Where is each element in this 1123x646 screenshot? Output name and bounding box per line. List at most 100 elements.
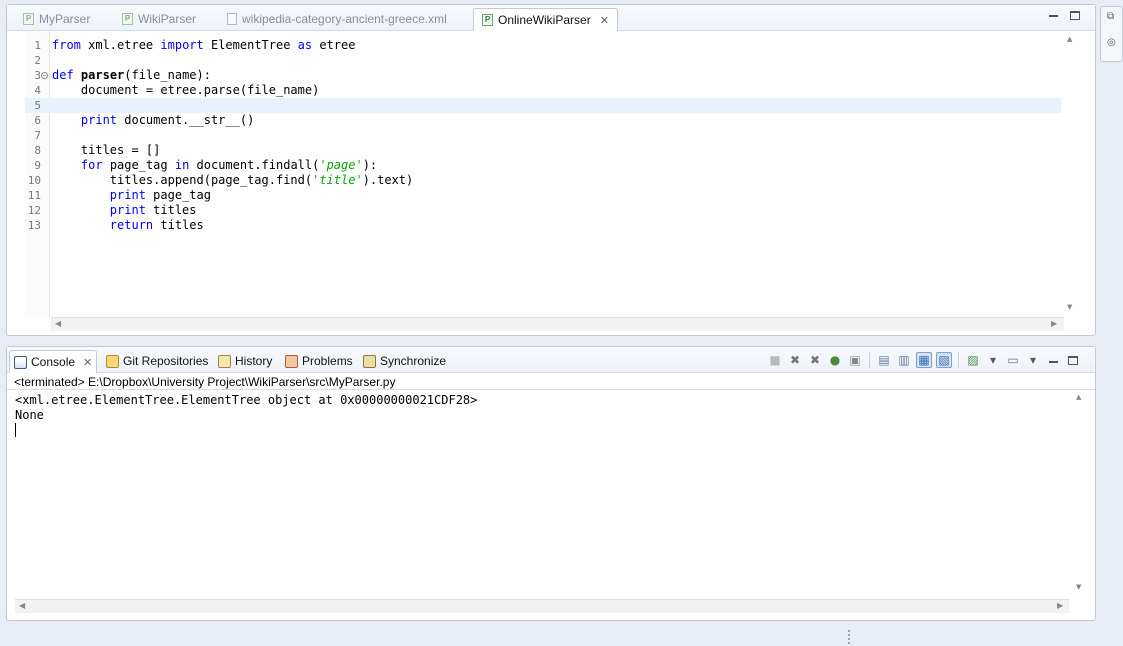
scroll-left-icon[interactable]: ◀ [19, 601, 25, 610]
remove-all-launches-icon[interactable]: ✖ [807, 352, 823, 368]
code-line[interactable]: 7 [25, 128, 1061, 143]
line-number: 8 [34, 144, 41, 157]
view-tab[interactable]: Git Repositories [102, 350, 212, 372]
editor-tab[interactable]: wikipedia-category-ancient-greece.xml [219, 8, 455, 30]
run-icon[interactable]: ● [827, 352, 843, 368]
dropdown-icon[interactable]: ▾ [985, 352, 1001, 368]
code-line[interactable]: 9 for page_tag in document.findall('page… [25, 158, 1061, 173]
code-token: def [52, 68, 74, 82]
close-icon[interactable]: ✕ [83, 356, 92, 369]
code-line[interactable]: 13 return titles [25, 218, 1061, 233]
display-console-icon[interactable]: ▣ [847, 352, 863, 368]
code-token: document.findall( [189, 158, 320, 172]
scroll-lock-icon[interactable]: ▤ [876, 352, 892, 368]
scroll-up-icon[interactable]: ▲ [1076, 393, 1081, 401]
view-tab-label: History [235, 354, 273, 368]
xml-file-icon [227, 13, 237, 25]
maximize-icon [1068, 355, 1078, 365]
scroll-right-icon[interactable]: ▶ [1057, 601, 1063, 610]
code-line[interactable]: 6 print document.__str__() [25, 113, 1061, 128]
code-line[interactable]: 11 print page_tag [25, 188, 1061, 203]
console-output[interactable]: <xml.etree.ElementTree.ElementTree objec… [15, 393, 477, 423]
code-text: from xml.etree import ElementTree as etr… [52, 38, 355, 53]
word-wrap-icon[interactable]: ▥ [896, 352, 912, 368]
close-icon[interactable]: ✕ [600, 14, 609, 27]
editor-horizontal-scrollbar[interactable]: ◀ ▶ [51, 317, 1064, 331]
line-number: 10 [27, 174, 41, 187]
code-token: document = etree.parse(file_name) [52, 83, 320, 97]
line-number: 5 [34, 99, 41, 112]
code-token: page_tag [145, 188, 211, 202]
code-line[interactable]: 2 [25, 53, 1061, 68]
show-on-stdout-icon[interactable]: ▦ [916, 352, 932, 368]
editor-tab-label: WikiParser [138, 12, 197, 26]
code-line[interactable]: 4 document = etree.parse(file_name) [25, 83, 1061, 98]
code-line[interactable]: 8 titles = [] [25, 143, 1061, 158]
problems-icon [285, 354, 298, 368]
code-line[interactable]: 1 from xml.etree import ElementTree as et… [25, 38, 1061, 53]
code-line[interactable]: 5 [25, 98, 1061, 113]
view-tab[interactable]: Synchronize [359, 350, 450, 372]
code-token: import [160, 38, 204, 52]
python-file-icon: P [482, 14, 493, 26]
scroll-down-icon[interactable]: ▼ [1076, 583, 1081, 591]
code-token: page_tag [102, 158, 175, 172]
code-token: print [80, 113, 118, 127]
view-tab[interactable]: Console ✕ [9, 350, 98, 373]
code-token: print [109, 188, 146, 202]
console-toolbar: ■ ✖ ✖ ● ▣ ▤ ▥ ▦ ▧ ▨ ▾ ▭ ▾ [767, 351, 1081, 369]
code-text: print document.__str__() [52, 113, 254, 128]
maximize-button[interactable] [1070, 11, 1082, 23]
editor-tabbar: P MyParser P WikiParser wikipedia-category-a… [7, 5, 1095, 31]
code-token: titles [145, 203, 197, 217]
view-tab[interactable]: History [214, 350, 276, 372]
line-number: 9 [34, 159, 41, 172]
code-line[interactable]: 12 print titles [25, 203, 1061, 218]
editor-tab[interactable]: P MyParser [15, 8, 98, 30]
python-file-icon: P [23, 13, 34, 25]
code-line[interactable]: 3− def parser(file_name): [25, 68, 1061, 83]
minimize-button[interactable] [1045, 352, 1061, 368]
new-console-icon[interactable]: ▭ [1005, 352, 1021, 368]
code-line[interactable]: 10 titles.append(page_tag.find('title').… [25, 173, 1061, 188]
perspective-icon[interactable]: ◎ [1107, 37, 1116, 48]
code-text: document = etree.parse(file_name) [52, 83, 319, 98]
scroll-down-icon[interactable]: ▼ [1067, 303, 1072, 311]
view-tab-label: Console [31, 355, 76, 369]
code-token: titles [153, 218, 204, 232]
editor-tab[interactable]: P WikiParser [114, 8, 204, 30]
git-repositories-icon [106, 354, 119, 368]
editor-tab[interactable]: P OnlineWikiParser ✕ [473, 8, 618, 31]
console-horizontal-scrollbar[interactable]: ◀ ▶ [15, 599, 1069, 613]
code-editor[interactable]: 1 from xml.etree import ElementTree as et… [25, 32, 1079, 317]
show-on-stderr-icon[interactable]: ▧ [936, 352, 952, 368]
code-token: print [109, 203, 146, 217]
editor-vertical-scrollbar[interactable]: ▲ ▼ [1063, 35, 1079, 315]
code-token: document.__str__() [117, 113, 255, 127]
view-tab[interactable]: Problems [281, 350, 357, 372]
fold-toggle-icon[interactable]: − [41, 72, 48, 79]
restore-icon[interactable]: ⧉ [1107, 11, 1114, 22]
dropdown-icon[interactable]: ▾ [1025, 352, 1041, 368]
editor-tab-label: OnlineWikiParser [498, 13, 591, 27]
minimize-button[interactable] [1049, 11, 1061, 23]
text-cursor [15, 423, 16, 437]
editor-panel: P MyParser P WikiParser wikipedia-category-a… [6, 4, 1096, 336]
resize-grip[interactable] [848, 630, 850, 644]
code-token: in [174, 158, 190, 172]
scroll-up-icon[interactable]: ▲ [1067, 35, 1072, 43]
remove-launch-icon[interactable]: ✖ [787, 352, 803, 368]
console-panel: ■ ✖ ✖ ● ▣ ▤ ▥ ▦ ▧ ▨ ▾ ▭ ▾ Console ✕ Git Repositories Hi… [6, 346, 1096, 621]
toolbar-separator [958, 352, 959, 368]
scroll-left-icon[interactable]: ◀ [55, 319, 61, 328]
code-token: xml.etree [80, 38, 161, 52]
pin-console-icon[interactable]: ▨ [965, 352, 981, 368]
console-vertical-scrollbar[interactable]: ▲ ▼ [1073, 393, 1087, 595]
terminate-icon[interactable]: ■ [767, 352, 783, 368]
maximize-button[interactable] [1065, 352, 1081, 368]
perspective-trim: ⧉ ◎ [1100, 6, 1123, 62]
line-number: 4 [34, 84, 41, 97]
scroll-right-icon[interactable]: ▶ [1051, 319, 1057, 328]
